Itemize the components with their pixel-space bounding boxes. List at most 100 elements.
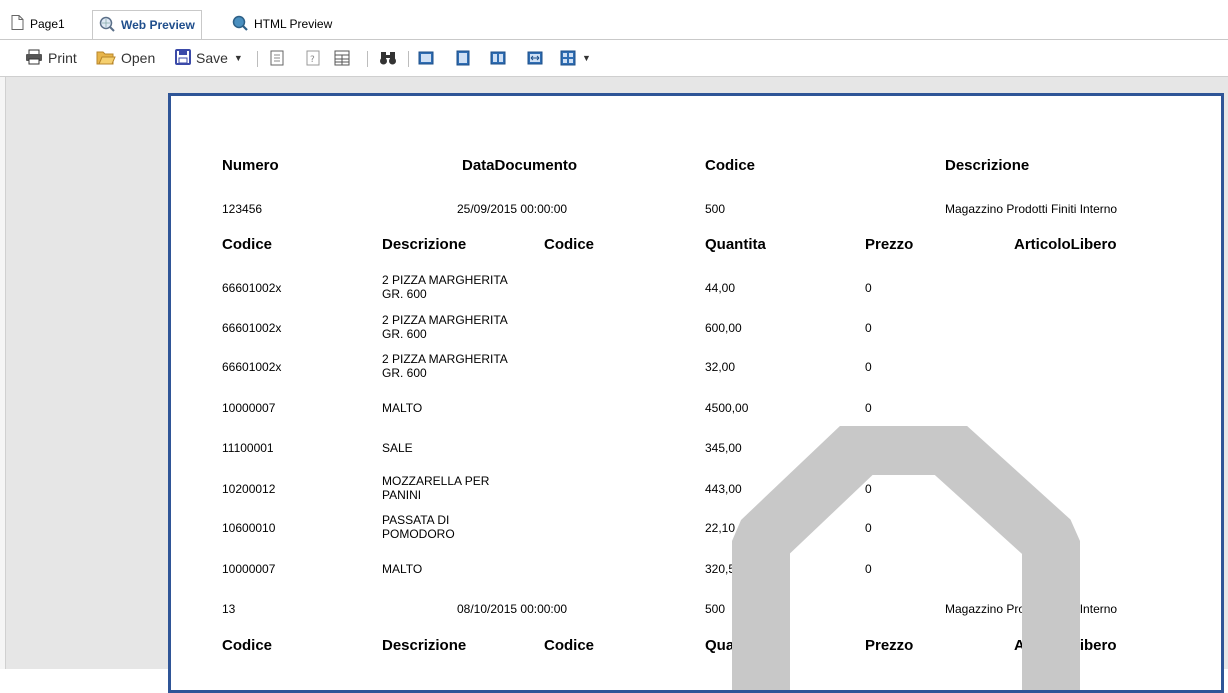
row-desc2: GR. 600	[382, 366, 427, 380]
row-desc1: MALTO	[382, 401, 423, 415]
open-button[interactable]: Open	[96, 49, 155, 67]
row-codice: 10600010	[222, 521, 276, 535]
row-prezzo: 0	[865, 482, 872, 496]
row-codice: 11100001	[222, 441, 274, 455]
doc1-numero: 123456	[222, 202, 263, 216]
tab-bar: Page1 Web Preview HTML Preview	[0, 0, 1228, 40]
row-desc2: PANINI	[382, 488, 422, 502]
zoom-button[interactable]	[527, 49, 543, 67]
two-pages-icon	[490, 51, 506, 65]
row-prezzo: 0	[865, 281, 872, 295]
doc1-codice: 500	[705, 202, 726, 216]
doc2-descrizione: Magazzino Prodotti Finiti Interno	[945, 602, 1118, 616]
report-page: Numero DataDocumento Codice Descrizione …	[168, 93, 1224, 693]
doc-header-data: DataDocumento	[462, 157, 578, 174]
chevron-down-icon: ▼	[582, 53, 591, 63]
line-header-codice2: Codice	[544, 236, 595, 253]
row-desc1: 2 PIZZA MARGHERITA	[382, 313, 508, 327]
save-label: Save	[196, 50, 228, 66]
row-codice: 10000007	[222, 562, 276, 576]
toolbar: Print Open Save ▼ ? ▼	[0, 40, 1228, 77]
line-header-articolo: ArticoloLibero	[1014, 236, 1117, 253]
row-desc1: PASSATA DI	[382, 513, 450, 527]
row-prezzo: 0	[865, 562, 872, 576]
doc2-data: 08/10/2015 00:00:00	[457, 602, 568, 616]
page-width-button[interactable]	[418, 49, 434, 67]
tab-web-preview[interactable]: Web Preview	[92, 10, 202, 39]
row-quantita: 32,00	[705, 360, 736, 374]
doc2-numero: 13	[222, 602, 236, 616]
help-page-button[interactable]: ?	[306, 49, 320, 67]
printer-icon	[25, 49, 43, 68]
folder-icon	[96, 49, 116, 68]
zoom-fit-icon	[527, 51, 543, 65]
save-icon	[175, 48, 191, 68]
toolbar-separator	[367, 51, 368, 67]
row-desc1: 2 PIZZA MARGHERITA	[382, 273, 508, 287]
multipage-button[interactable]: ▼	[560, 49, 591, 67]
row-desc1: 2 PIZZA MARGHERITA	[382, 352, 508, 366]
print-label: Print	[48, 50, 77, 66]
row-codice: 66601002x	[222, 321, 282, 335]
find-button[interactable]	[379, 49, 397, 67]
left-gutter	[0, 77, 6, 669]
print-button[interactable]: Print	[25, 49, 77, 67]
chevron-down-icon: ▼	[233, 53, 243, 63]
line-header-quantita: Quantita	[705, 236, 766, 253]
single-page-icon	[270, 50, 284, 66]
row-prezzo: 0	[865, 521, 872, 535]
tab-html-preview[interactable]: HTML Preview	[232, 12, 332, 36]
doc-header-descrizione: Descrizione	[945, 157, 1030, 174]
html-preview-icon	[232, 15, 248, 34]
doc1-descrizione: Magazzino Prodotti Finiti Interno	[945, 202, 1118, 216]
row-desc2: GR. 600	[382, 327, 427, 341]
row-codice: 66601002x	[222, 360, 282, 374]
doc-header-numero: Numero	[222, 157, 279, 174]
row-codice: 10000007	[222, 401, 276, 415]
tab-page1[interactable]: Page1	[11, 12, 65, 36]
row-quantita: 443,00	[705, 482, 742, 496]
page-width-icon	[418, 51, 434, 65]
table-view-button[interactable]	[334, 49, 350, 67]
tab-label: Page1	[30, 17, 65, 31]
row-desc1: MOZZARELLA PER	[382, 474, 490, 488]
line-header-descrizione: Descrizione	[382, 637, 467, 654]
row-desc2: POMODORO	[382, 527, 455, 541]
single-page-button[interactable]	[270, 49, 284, 67]
page-help-icon: ?	[306, 50, 320, 66]
line-header-codice: Codice	[222, 236, 273, 253]
multipage-icon	[560, 50, 576, 66]
tab-label: Web Preview	[121, 18, 195, 32]
row-quantita: 22,10	[705, 521, 736, 535]
line-header-prezzo: Prezzo	[865, 637, 914, 654]
toolbar-separator	[408, 51, 409, 67]
doc2-codice: 500	[705, 602, 726, 616]
line-header-quantita: Quantita	[705, 637, 766, 654]
document-icon	[11, 15, 24, 33]
row-prezzo: 0	[865, 401, 872, 415]
row-codice: 66601002x	[222, 281, 282, 295]
row-prezzo: 0	[865, 321, 872, 335]
row-desc1: SALE	[382, 441, 413, 455]
row-quantita: 600,00	[705, 321, 742, 335]
save-button[interactable]: Save ▼	[175, 48, 243, 68]
binoculars-icon	[380, 52, 396, 65]
whole-page-button[interactable]	[455, 49, 471, 67]
line-header-articolo: ArticoloLibero	[1014, 637, 1117, 654]
line-header-prezzo: Prezzo	[865, 236, 914, 253]
line-header-codice: Codice	[222, 637, 273, 654]
doc1-data: 25/09/2015 00:00:00	[457, 202, 568, 216]
web-preview-icon	[99, 16, 115, 35]
svg-text:?: ?	[310, 55, 315, 65]
whole-page-icon	[456, 50, 470, 66]
watermark-logo	[732, 426, 1080, 690]
open-label: Open	[121, 50, 156, 66]
row-desc2: GR. 600	[382, 287, 427, 301]
tab-label: HTML Preview	[254, 17, 333, 31]
line-header-codice2: Codice	[544, 637, 595, 654]
line-header-descrizione: Descrizione	[382, 236, 467, 253]
two-pages-button[interactable]	[490, 49, 506, 67]
table-icon	[334, 50, 350, 66]
row-prezzo: 0	[865, 441, 872, 455]
row-quantita: 320,50	[705, 562, 742, 576]
